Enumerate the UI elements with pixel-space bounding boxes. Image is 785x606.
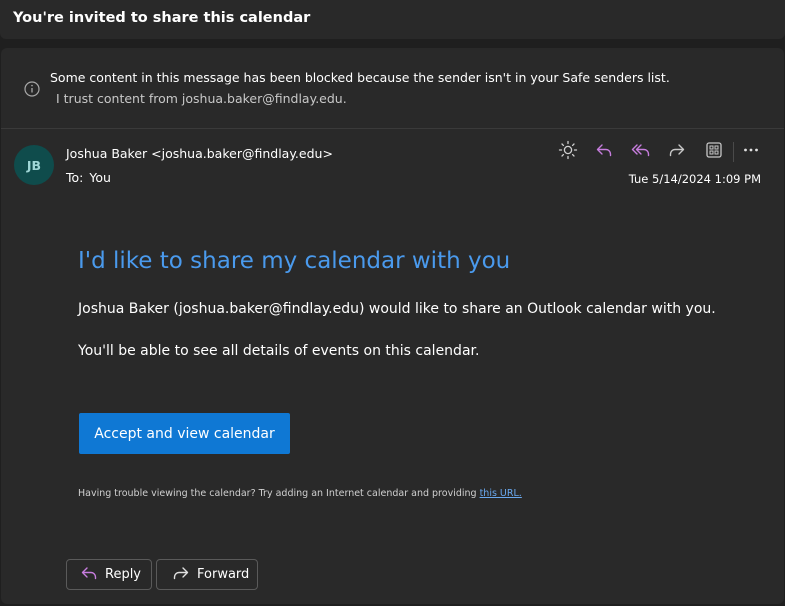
forward-label: Forward — [197, 567, 250, 582]
avatar[interactable]: JB — [14, 145, 54, 185]
reply-label: Reply — [105, 567, 142, 582]
more-icon — [741, 140, 761, 164]
subject-bar: You're invited to share this calendar — [0, 0, 785, 39]
message-timestamp: Tue 5/14/2024 1:09 PM — [628, 172, 761, 186]
forward-footer-button[interactable]: Forward — [156, 559, 258, 590]
more-actions-button[interactable] — [739, 140, 763, 164]
trust-sender-link[interactable]: I trust content from joshua.baker@findla… — [56, 91, 347, 106]
message-card: Some content in this message has been bl… — [1, 48, 784, 604]
toolbar-divider — [733, 142, 734, 162]
recipient-name[interactable]: You — [89, 170, 111, 185]
body-paragraph-share: Joshua Baker (joshua.baker@findlay.edu) … — [78, 301, 716, 317]
body-heading: I'd like to share my calendar with you — [78, 248, 511, 274]
reply-icon — [594, 140, 614, 164]
apps-icon — [704, 140, 724, 164]
recipient-row: To: You — [66, 170, 111, 185]
trouble-text: Having trouble viewing the calendar? Try… — [78, 488, 480, 499]
accept-calendar-button[interactable]: Accept and view calendar — [79, 413, 290, 454]
reply-icon — [79, 564, 99, 586]
avatar-initials: JB — [26, 157, 42, 173]
reply-footer-button[interactable]: Reply — [66, 559, 152, 590]
blocked-content-message: Some content in this message has been bl… — [50, 70, 670, 85]
message-subject: You're invited to share this calendar — [13, 10, 311, 26]
sender-name[interactable]: Joshua Baker <joshua.baker@findlay.edu> — [66, 146, 333, 161]
body-paragraph-details: You'll be able to see all details of eve… — [78, 343, 480, 359]
reply-all-button[interactable] — [629, 140, 653, 164]
brightness-button[interactable] — [556, 140, 580, 164]
sun-icon — [558, 140, 578, 164]
calendar-url-link[interactable]: this URL. — [480, 488, 522, 499]
forward-icon — [171, 564, 191, 586]
apps-button[interactable] — [702, 140, 726, 164]
reply-all-icon — [630, 140, 652, 164]
trouble-note: Having trouble viewing the calendar? Try… — [78, 488, 522, 499]
to-label: To: — [66, 170, 84, 185]
blocked-content-banner: Some content in this message has been bl… — [1, 48, 784, 129]
forward-button[interactable] — [665, 140, 689, 164]
forward-icon — [667, 140, 687, 164]
info-icon — [23, 80, 41, 98]
reply-button[interactable] — [592, 140, 616, 164]
